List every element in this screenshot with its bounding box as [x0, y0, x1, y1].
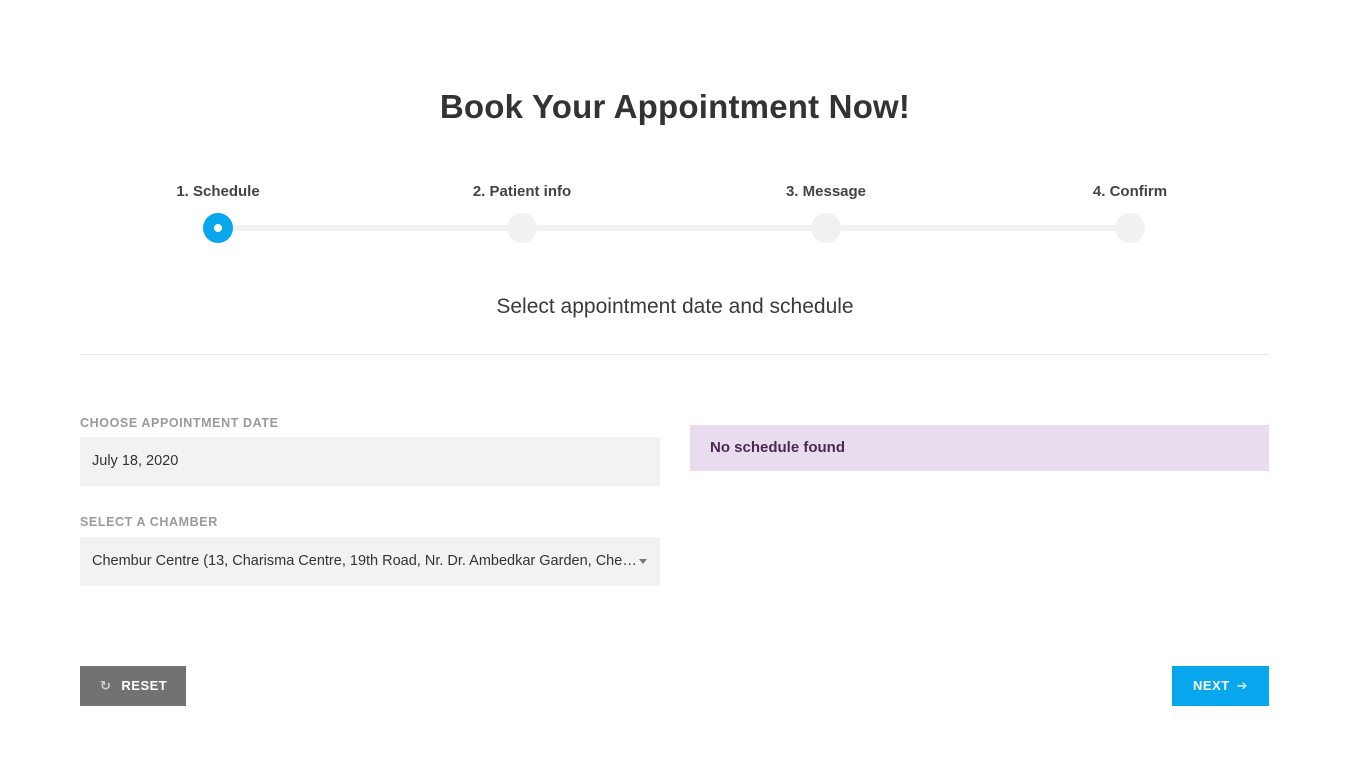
- step-label: 3. Message: [785, 183, 867, 200]
- chamber-label: Select a chamber: [80, 515, 218, 529]
- stepper-track: [218, 225, 1130, 231]
- step-label: 1. Schedule: [176, 183, 260, 200]
- step-indicator: [811, 213, 841, 243]
- no-schedule-alert: No schedule found: [690, 425, 1269, 471]
- divider: [80, 354, 1269, 355]
- step-label: 2. Patient info: [472, 183, 572, 200]
- booking-page: Book Your Appointment Now! 1. Schedule 2…: [0, 0, 1366, 768]
- refresh-icon: ↻: [100, 678, 112, 693]
- date-input[interactable]: July 18, 2020: [80, 437, 660, 486]
- caret-down-icon: [639, 559, 647, 564]
- date-label: Choose appointment date: [80, 416, 279, 430]
- reset-button-label: Reset: [121, 678, 168, 693]
- step-indicator: [507, 213, 537, 243]
- step-indicator: [1115, 213, 1145, 243]
- page-title: Book Your Appointment Now!: [439, 88, 911, 125]
- next-button-label: Next: [1193, 678, 1230, 693]
- chamber-select-value: Chembur Centre (13, Charisma Centre, 19t…: [92, 553, 638, 569]
- reset-button[interactable]: ↻ Reset: [80, 666, 186, 706]
- step-indicator-active: [203, 213, 233, 243]
- step-label: 4. Confirm: [1092, 183, 1168, 200]
- arrow-right-icon: ➔: [1236, 678, 1249, 693]
- section-title: Select appointment date and schedule: [496, 295, 854, 318]
- next-button[interactable]: Next ➔: [1172, 666, 1269, 706]
- chamber-select[interactable]: Chembur Centre (13, Charisma Centre, 19t…: [80, 537, 660, 586]
